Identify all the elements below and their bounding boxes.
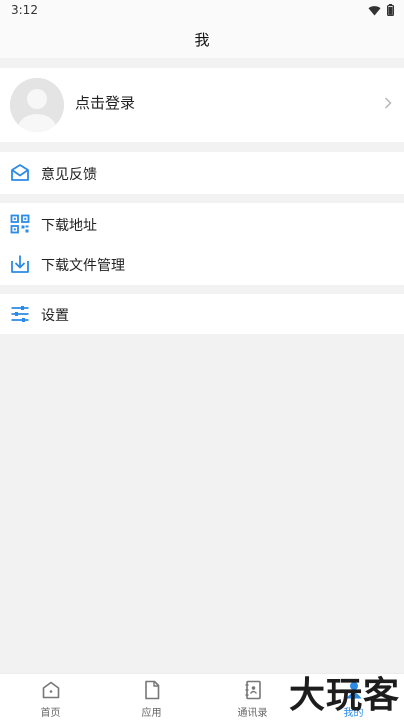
tab-contacts[interactable]: 通讯录: [202, 674, 303, 720]
qr-code-icon: [10, 214, 30, 234]
download-icon: [11, 255, 29, 273]
battery-icon: [387, 4, 394, 16]
tab-label: 通讯录: [237, 708, 268, 719]
menu-item-label: 下载地址: [41, 218, 97, 234]
default-avatar-icon: [10, 78, 64, 132]
status-bar: 3:12: [0, 0, 404, 22]
tab-label: 应用: [141, 708, 162, 719]
status-time: 3:12: [11, 3, 38, 17]
menu-item-download-manager[interactable]: 下载文件管理: [0, 244, 404, 284]
tab-apps[interactable]: 应用: [101, 674, 202, 720]
menu-item-label: 意见反馈: [41, 167, 97, 183]
settings-section: 设置: [0, 294, 404, 334]
mail-icon: [11, 164, 29, 181]
avatar: [10, 78, 64, 132]
tab-home[interactable]: 首页: [0, 674, 101, 720]
feedback-section: 意见反馈: [0, 152, 404, 194]
menu-item-label: 设置: [41, 308, 69, 324]
wifi-icon: [368, 5, 381, 15]
page-header: 我: [0, 22, 404, 58]
login-label: 点击登录: [75, 94, 136, 112]
menu-item-label: 下载文件管理: [41, 258, 125, 274]
file-icon: [144, 680, 159, 700]
contacts-icon: [245, 680, 261, 700]
menu-item-settings[interactable]: 设置: [0, 294, 404, 334]
tab-label: 首页: [40, 708, 61, 719]
settings-sliders-icon: [11, 306, 29, 322]
login-card[interactable]: 点击登录: [0, 68, 404, 142]
menu-item-feedback[interactable]: 意见反馈: [0, 153, 404, 193]
download-section: 下载地址 下载文件管理: [0, 203, 404, 285]
status-icons: [368, 4, 394, 16]
menu-item-download-address[interactable]: 下载地址: [0, 204, 404, 244]
watermark-logo: 大玩客: [288, 674, 400, 716]
home-icon: [42, 681, 59, 699]
chevron-right-icon: [384, 97, 392, 109]
page-title: 我: [194, 31, 210, 49]
